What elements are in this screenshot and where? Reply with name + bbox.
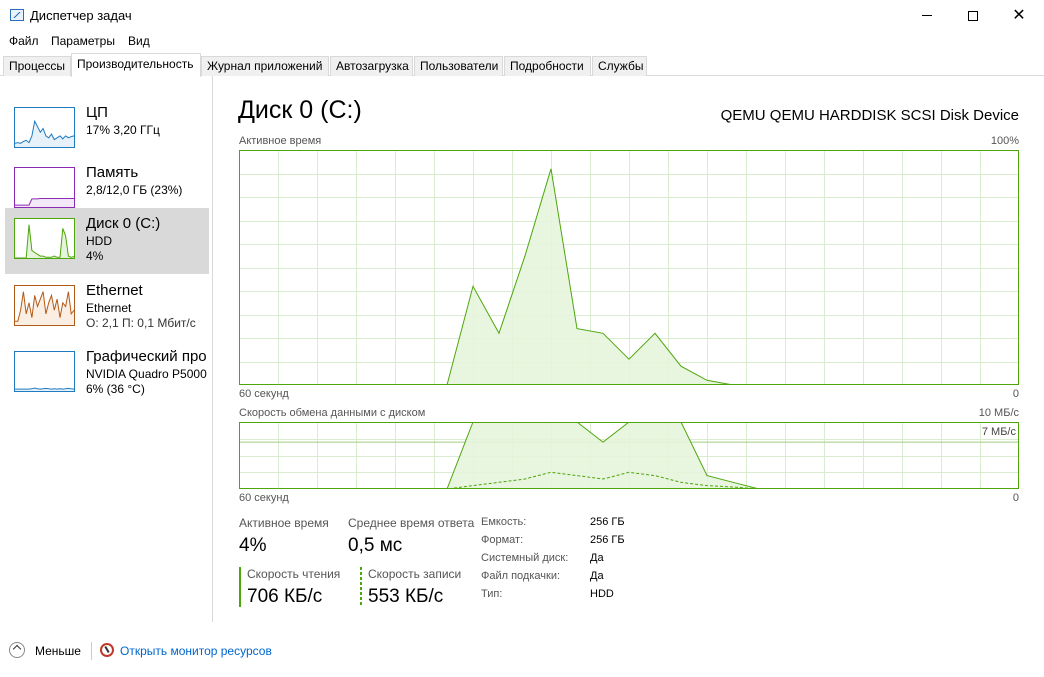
- resource-list: ЦП 17% 3,20 ГГц Память 2,8/12,0 ГБ (23%)…: [0, 76, 213, 622]
- resource-detail: 2,8/12,0 ГБ (23%): [86, 183, 183, 197]
- info-pagefile-label: Файл подкачки:: [481, 570, 561, 582]
- menu-file[interactable]: Файл: [9, 34, 39, 48]
- active-time-value: 4%: [239, 535, 267, 556]
- transfer-chart-max: 10 МБ/с: [978, 407, 1019, 419]
- transfer-chart-x-left: 60 секунд: [239, 492, 289, 504]
- close-button[interactable]: ✕: [996, 0, 1042, 31]
- resource-detail-2: О: 2,1 П: 0,1 Мбит/с: [86, 316, 196, 330]
- thumbnail-line: [15, 387, 75, 390]
- active-chart-max: 100%: [990, 135, 1019, 147]
- thumbnail-area: [15, 121, 74, 147]
- tab-startup[interactable]: Автозагрузка: [330, 56, 413, 76]
- resource-detail: 17% 3,20 ГГц: [86, 123, 160, 137]
- thumbnail-area: [15, 224, 74, 258]
- resource-name: ЦП: [86, 104, 108, 121]
- resource-ethernet[interactable]: Ethernet Ethernet О: 2,1 П: 0,1 Мбит/с: [5, 275, 209, 339]
- fewer-details-link[interactable]: Меньше: [35, 644, 81, 658]
- window-title: Диспетчер задач: [30, 8, 132, 23]
- resource-detail: NVIDIA Quadro P5000: [86, 367, 207, 381]
- info-pagefile-value: Да: [590, 570, 604, 582]
- info-format-label: Формат:: [481, 534, 524, 546]
- maximize-icon: [968, 10, 978, 21]
- tab-performance[interactable]: Производительность: [71, 53, 201, 77]
- resource-name: Диск 0 (C:): [86, 215, 161, 232]
- menu-view[interactable]: Вид: [128, 34, 150, 48]
- task-manager-icon: [10, 9, 24, 21]
- tab-users[interactable]: Пользователи: [414, 56, 503, 76]
- info-type-label: Тип:: [481, 588, 503, 600]
- info-system-disk-value: Да: [590, 552, 604, 564]
- write-rate-value: 553 КБ/с: [368, 586, 444, 607]
- info-capacity-label: Емкость:: [481, 516, 527, 528]
- transfer-chart-x-right: 0: [1012, 492, 1019, 504]
- active-chart-label: Активное время: [239, 135, 322, 147]
- minimize-button[interactable]: [904, 0, 950, 31]
- tab-services[interactable]: Службы: [592, 56, 647, 76]
- write-rate-label: Скорость записи: [368, 567, 462, 581]
- disk-thumbnail-graph: [14, 218, 75, 259]
- footer: Меньше Открыть монитор ресурсов: [0, 636, 1044, 666]
- close-icon: ✕: [1012, 6, 1026, 24]
- resource-detail: Ethernet: [86, 301, 132, 315]
- menu-options[interactable]: Параметры: [51, 34, 115, 48]
- response-time-value: 0,5 мс: [348, 535, 403, 556]
- response-time-label: Среднее время ответа: [348, 516, 475, 530]
- device-name: QEMU QEMU HARDDISK SCSI Disk Device: [720, 107, 1019, 124]
- tab-details[interactable]: Подробности: [504, 56, 591, 76]
- title-bar: Диспетчер задач ✕: [0, 0, 1044, 31]
- footer-divider: [91, 642, 92, 660]
- resource-detail: HDD: [86, 234, 112, 248]
- resource-name: Графический про: [86, 348, 207, 365]
- resource-name: Память: [86, 164, 139, 181]
- cpu-thumbnail-graph: [14, 107, 75, 148]
- transfer-chart-line-label: 7 МБ/с: [981, 426, 1016, 438]
- active-time-label: Активное время: [239, 516, 329, 530]
- read-rate-label: Скорость чтения: [247, 567, 341, 581]
- memory-thumbnail-graph: [14, 167, 75, 208]
- active-chart-x-right: 0: [1012, 388, 1019, 400]
- tab-strip: Процессы Производительность Журнал прило…: [0, 53, 1044, 77]
- resource-gpu[interactable]: Графический про NVIDIA Quadro P5000 6% (…: [5, 341, 213, 405]
- minimize-icon: [922, 15, 932, 16]
- active-chart-x-left: 60 секунд: [239, 388, 289, 400]
- tab-app-history[interactable]: Журнал приложений: [201, 56, 329, 76]
- gpu-thumbnail-graph: [14, 351, 75, 392]
- info-type-value: HDD: [590, 588, 614, 600]
- open-resource-monitor-link[interactable]: Открыть монитор ресурсов: [120, 644, 272, 658]
- transfer-chart-label: Скорость обмена данными с диском: [239, 407, 426, 419]
- resource-detail-2: 6% (36 °C): [86, 382, 145, 396]
- resource-monitor-icon: [100, 643, 114, 657]
- info-format-value: 256 ГБ: [590, 534, 625, 546]
- read-rate-value: 706 КБ/с: [247, 586, 323, 607]
- ethernet-thumbnail-graph: [14, 285, 75, 326]
- chevron-up-icon[interactable]: [9, 642, 25, 658]
- maximize-button[interactable]: [950, 0, 996, 31]
- info-capacity-value: 256 ГБ: [590, 516, 625, 528]
- active-time-chart: [239, 150, 1019, 385]
- tab-processes[interactable]: Процессы: [3, 56, 71, 76]
- page-title: Диск 0 (C:): [238, 96, 362, 124]
- menu-bar: Файл Параметры Вид: [0, 31, 1044, 53]
- transfer-rate-chart: [239, 422, 1019, 489]
- resource-name: Ethernet: [86, 282, 143, 299]
- resource-disk[interactable]: Диск 0 (C:) HDD 4%: [5, 208, 209, 274]
- resource-cpu[interactable]: ЦП 17% 3,20 ГГц: [5, 97, 209, 161]
- info-system-disk-label: Системный диск:: [481, 552, 569, 564]
- resource-detail-2: 4%: [86, 249, 104, 263]
- write-rate-marker: [360, 567, 362, 607]
- thumbnail-area: [15, 198, 74, 207]
- read-rate-marker: [239, 567, 241, 607]
